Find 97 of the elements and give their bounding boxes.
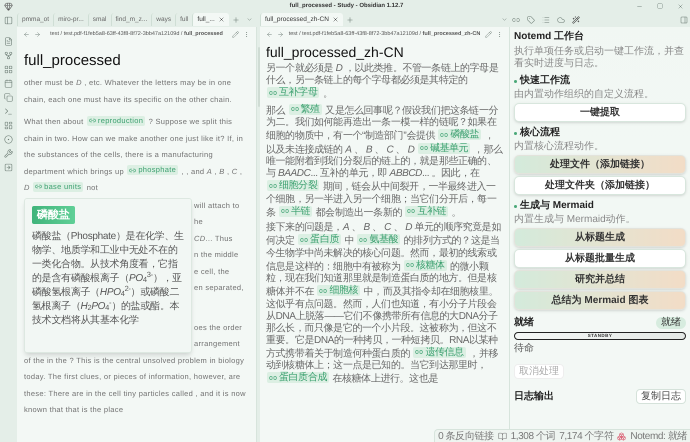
back-icon[interactable] — [23, 30, 30, 38]
blocks-icon[interactable] — [4, 121, 13, 130]
internal-link[interactable]: 氨基酸 — [357, 234, 400, 245]
section-description: 由内置动作组织的自定义流程。 — [514, 89, 655, 101]
link-icon — [319, 286, 328, 294]
new-tab-icon[interactable] — [346, 16, 354, 24]
link-icon — [269, 182, 277, 190]
status-state: 待命 — [514, 343, 535, 355]
sidebar-toggle-icon[interactable] — [4, 16, 13, 25]
back-icon[interactable] — [266, 30, 273, 38]
tag-icon[interactable] — [527, 16, 535, 24]
list-icon[interactable] — [542, 16, 550, 24]
paragraph: 接下来的问题是，A 、 B 、 C 、 D 单元的顺序究竟是如何决定 蛋白质 中 氨基酸 的排列方式的？这是当今生物学中尚未解决的核心问题。然而，最初的线索或信息是这样的：细胞中有被称为 核糖体 的微小颗粒，现在我们知道那里就是制造蛋白质的地方。但是核糖体并不在 细胞核 中，而及其指令却在细胞核里。这似乎有点问题。然而，人们也知道，有小分子片段会从DNA上脱落——它们不像携带所有信息的大DNA分子那么长，而只像是它的一个小片段。这被称为，但这不重要。它是DNA的一种拷贝，一种短拷贝。RNA以某种方式携带着关于制造何种蛋白质的 遗传信息 ，并移动到核糖体上；这一点是已知的。当它到达那里时， 蛋白质合成 在核糖体上进行。这也是 — [266, 222, 502, 386]
plugin-status[interactable]: Notemd: 就绪 — [630, 428, 687, 442]
preview-heading: 磷酸盐 — [32, 206, 75, 224]
backlinks-count[interactable]: 0 条反向链接 — [438, 428, 494, 442]
book-icon[interactable] — [498, 432, 507, 440]
file-icon[interactable] — [4, 37, 13, 46]
action-button[interactable]: 研究并总结 — [514, 270, 686, 289]
link-icon — [420, 144, 428, 152]
section-description: 内置生成与 Mermaid动作。 — [514, 214, 637, 226]
app-logo-icon[interactable] — [4, 2, 13, 11]
link-icon — [269, 374, 277, 382]
note-title: full_processed — [24, 51, 122, 71]
internal-link[interactable]: 互补字母 — [267, 87, 320, 98]
circle-icon[interactable] — [4, 135, 13, 144]
action-button[interactable]: 处理文件（添加链接） — [514, 155, 686, 174]
arrow-box-icon[interactable] — [4, 163, 13, 172]
forward-icon[interactable] — [34, 30, 41, 38]
link-icon — [88, 117, 96, 124]
internal-link[interactable]: 半链 — [278, 206, 312, 216]
scrollbar[interactable] — [258, 47, 260, 107]
maximize-icon[interactable] — [657, 3, 663, 9]
link-icon — [300, 236, 308, 244]
new-tab-icon[interactable] — [232, 16, 240, 24]
section-heading: 快速工作流 — [520, 75, 570, 87]
sidebar-toggle-icon[interactable] — [680, 16, 688, 24]
character-count: 7,174 个字符 — [559, 430, 614, 442]
link-icon — [407, 207, 416, 215]
action-button[interactable]: 处理文件夹（添加链接） — [514, 176, 686, 195]
tools-icon[interactable] — [4, 149, 13, 158]
wand-icon[interactable] — [572, 16, 580, 24]
log-heading: 日志输出 — [514, 390, 554, 402]
action-button[interactable]: 从标题生成 — [514, 228, 686, 247]
internal-link[interactable]: 碱基单元 — [418, 142, 470, 154]
chevron-icon[interactable] — [246, 16, 253, 23]
plugin-icon[interactable] — [617, 432, 626, 440]
internal-link[interactable]: 磷酸盐 — [438, 129, 482, 140]
close-icon[interactable] — [218, 16, 225, 23]
section-description: 内置核心流程动作。 — [514, 141, 605, 153]
link-icon — [280, 207, 289, 215]
bullet-icon — [514, 132, 517, 134]
bullet-icon — [514, 80, 517, 82]
graph-icon[interactable] — [4, 51, 13, 60]
link-icon — [35, 183, 42, 190]
action-button[interactable]: 从标题批量生成 — [514, 249, 686, 268]
status-badge: 就绪 — [656, 317, 686, 329]
section-heading: 生成与 Mermaid — [520, 200, 594, 212]
link-icon — [290, 105, 299, 113]
forward-icon[interactable] — [277, 30, 284, 38]
terminal-icon[interactable] — [4, 107, 13, 116]
paragraph: 另一个就必须是 D ，以此类推。不管一条链上的字母是什么，另一条链上的每个字母都必须是其特定的 互补字母 。 — [266, 63, 500, 100]
internal-link[interactable]: 繁殖 — [288, 104, 322, 114]
pencil-icon[interactable] — [232, 30, 239, 38]
note-title: full_processed_zh-CN — [266, 44, 405, 61]
bullet-icon — [514, 204, 517, 208]
action-button[interactable]: 一键提取 — [514, 103, 686, 122]
copy-icon[interactable] — [4, 93, 13, 102]
internal-link[interactable]: 核糖体 — [404, 260, 447, 270]
link-icon — [406, 261, 414, 269]
grid-icon[interactable] — [4, 65, 13, 74]
link-icon — [415, 348, 424, 356]
pencil-icon[interactable] — [485, 30, 492, 38]
action-button[interactable]: 总结为 Mermaid 图表 — [514, 291, 686, 310]
link-icon — [440, 130, 448, 138]
internal-link[interactable]: 遗传信息 — [413, 346, 466, 358]
panel-title: Notemd 工作台 — [514, 31, 585, 43]
status-heading: 就绪 — [514, 317, 534, 329]
link-icon — [269, 88, 277, 96]
calendar-icon[interactable] — [4, 79, 13, 88]
preview-text: 磷酸盐（Phosphate）是在化学、生物学、地质学和工业中无处不在的一类化合物。从技术角度看，它指的是含有磷酸根离子（PO$_{4}$$^{3-}$），亚磷酸氢根离子（HPO$_{4}$$^{2-}$）或磷酸二氢根离子（H$_{2}$PO$_{4}$$^{-}$）的盐或酯。本技术文档将从其基本化学 — [32, 230, 184, 328]
cloud-icon[interactable] — [557, 16, 565, 24]
internal-link[interactable]: 互补链 — [405, 206, 448, 216]
copy-log-button[interactable]: 复制日志 — [636, 389, 686, 404]
internal-link[interactable]: 蛋白质合成 — [267, 372, 330, 383]
link-icon[interactable] — [512, 16, 520, 24]
word-count: 1,308 个词 — [510, 430, 556, 442]
close-icon[interactable] — [332, 16, 339, 23]
chevron-icon[interactable] — [501, 16, 508, 23]
internal-link[interactable]: 细胞核 — [317, 285, 360, 296]
paragraph: 那么 繁殖 又是怎么回事呢？假设我们把这条链一分为二。我们如何能再造出一条一模一样的链呢？如果在细胞的物质中，有一个“制造部门”会提供 磷酸盐 ，以及未连接成链的 A 、 B 、 C 、 D 碱基单元 ，那么唯一能附着到我们分裂后的链上的，就是那些正确的、与 BAADC... 互补的单元，即 ABBCD... 。因此，在 细胞分裂 期间，链会从中间裂开，一半最终进入一个细胞，另一半进入另一个细胞；当它们分开后，每一条 半链 都会制造出一条新的 互补链 。 — [266, 104, 503, 219]
link-icon — [129, 166, 136, 174]
internal-link[interactable]: 细胞分裂 — [267, 180, 320, 191]
internal-link[interactable]: 蛋白质 — [298, 234, 341, 245]
panel-description: 执行单项任务或启动一键工作流，并查看实时进度与日志。 — [514, 46, 685, 70]
link-icon — [359, 236, 368, 244]
section-heading: 核心流程 — [520, 127, 560, 139]
